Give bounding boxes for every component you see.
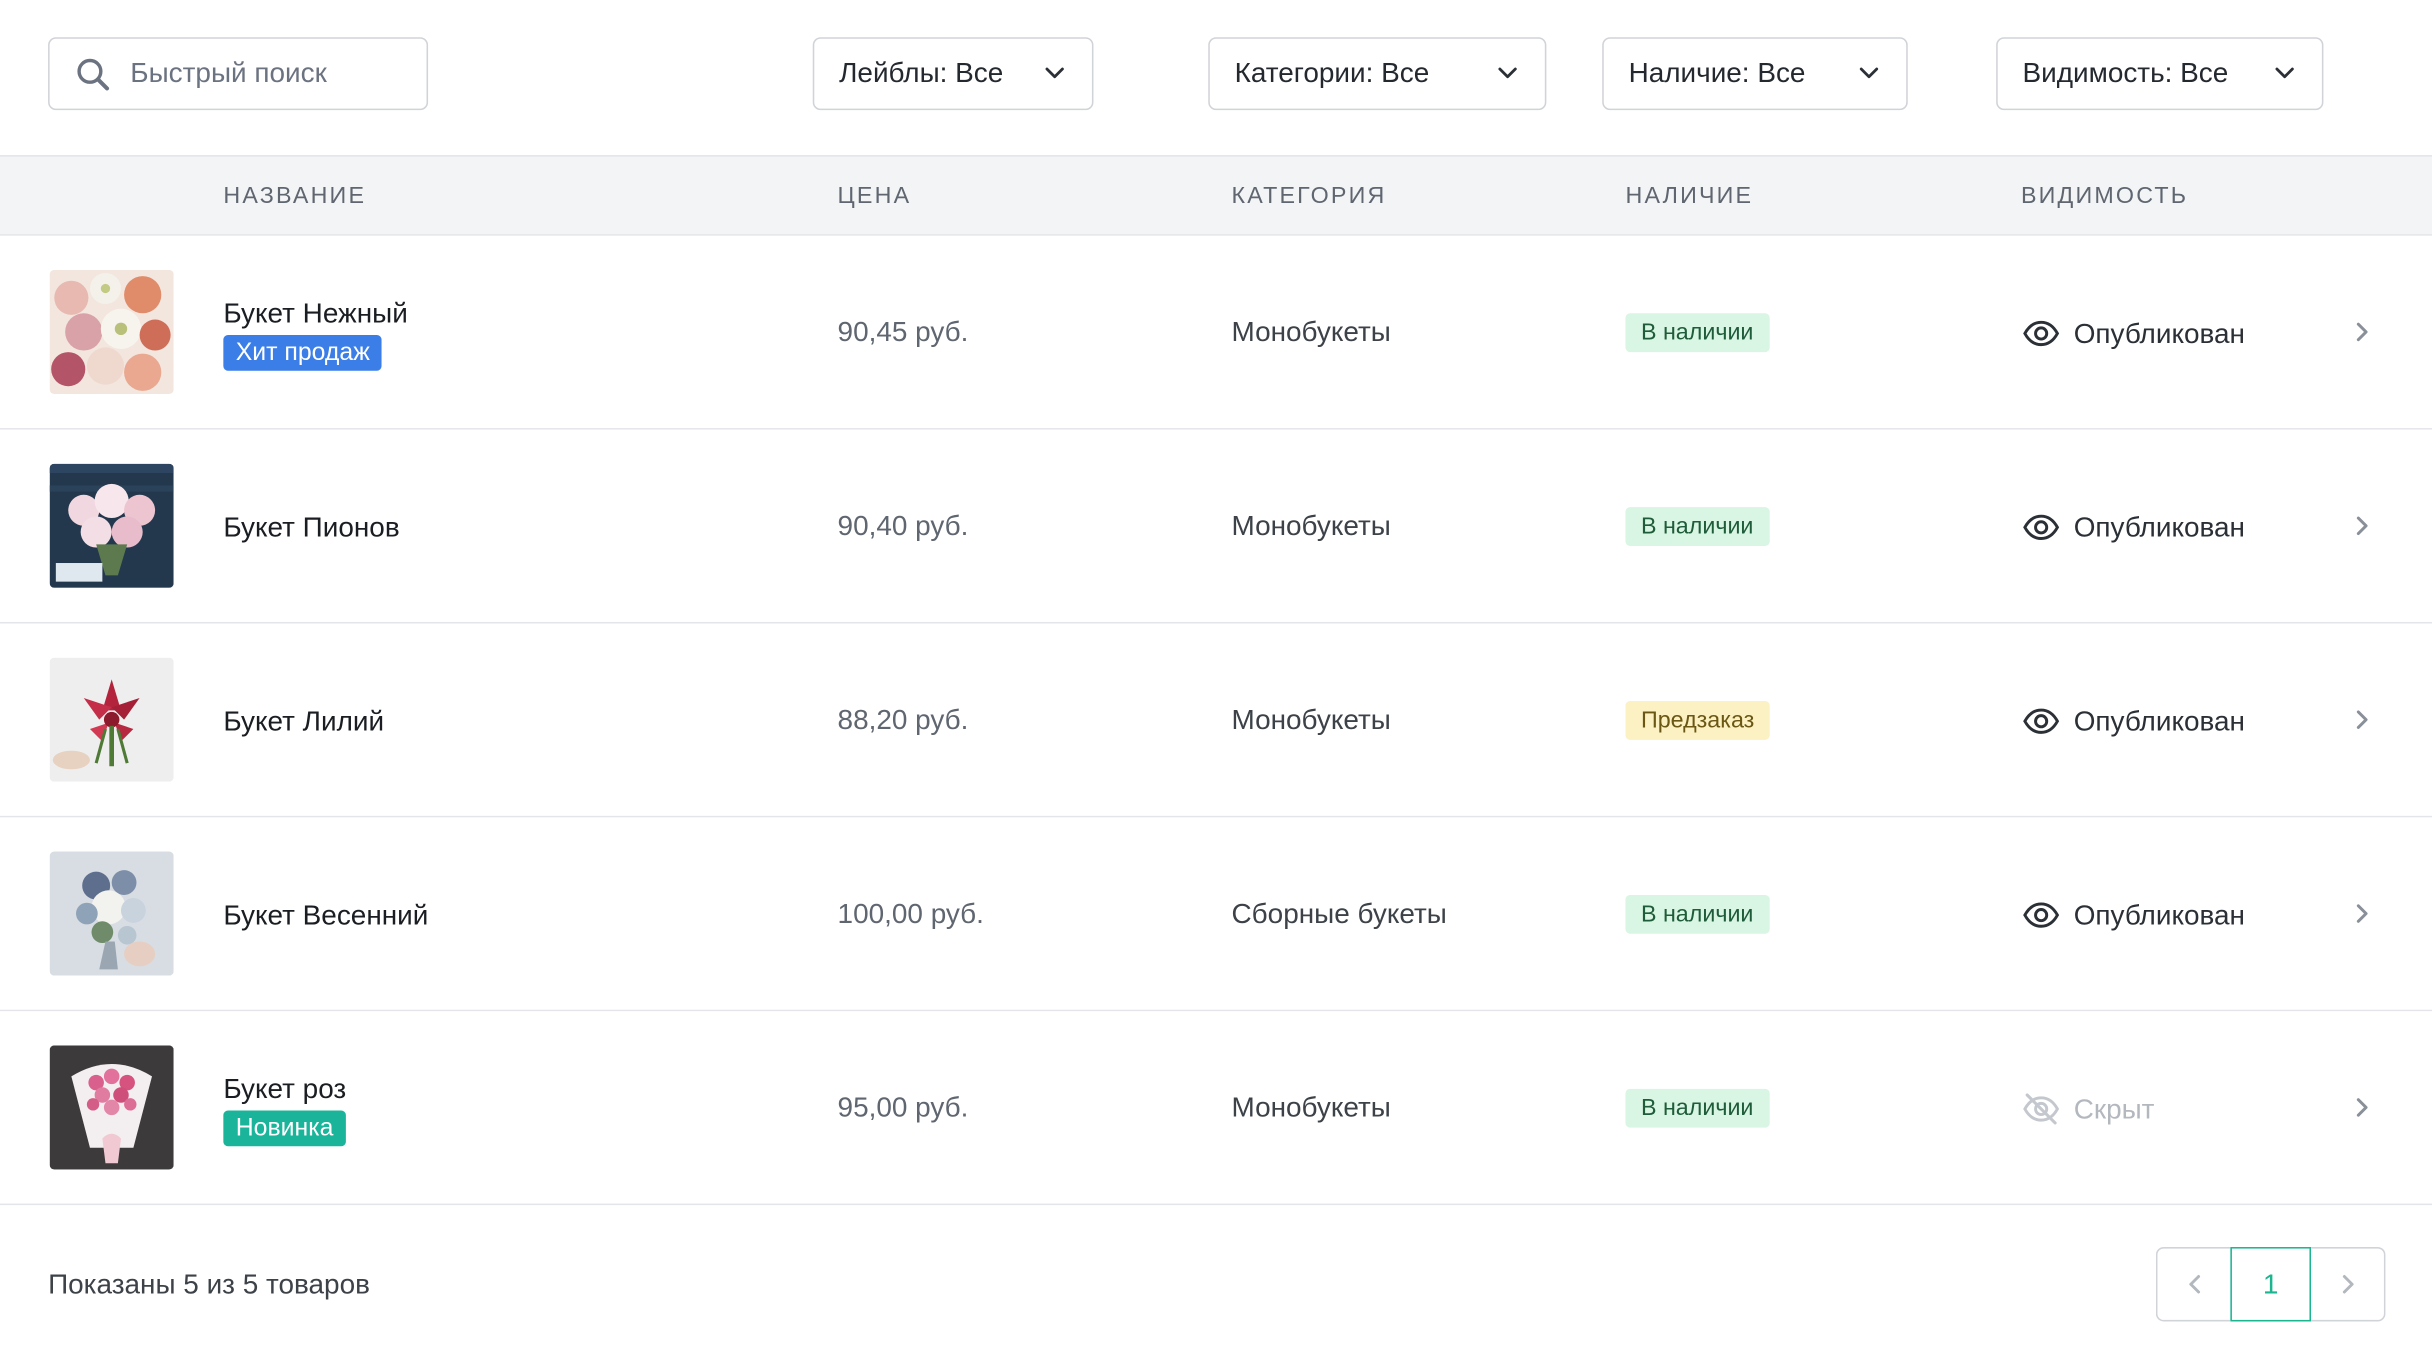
product-category: Монобукеты: [1231, 1091, 1391, 1123]
search-icon: [76, 57, 110, 91]
visibility-status: Опубликован: [2023, 509, 2245, 546]
stock-status-badge: Предзаказ: [1625, 701, 1770, 740]
chevron-right-icon[interactable]: [2351, 1097, 2373, 1119]
product-category: Монобукеты: [1231, 510, 1391, 542]
eye-icon: [2023, 708, 2060, 734]
product-name[interactable]: Букет Пионов: [223, 508, 399, 545]
product-price: 90,40 руб.: [837, 510, 969, 542]
labels-filter-label: Лейблы: Все: [839, 57, 1004, 89]
visibility-filter-label: Видимость: Все: [2022, 57, 2229, 89]
column-header-category[interactable]: КАТЕГОРИЯ: [1232, 183, 1387, 209]
product-image: [49, 851, 174, 976]
stock-status-badge: В наличии: [1625, 894, 1769, 934]
visibility-status: Опубликован: [2023, 703, 2245, 740]
chevron-down-icon: [1859, 67, 1879, 79]
visibility-label: Скрыт: [2073, 1093, 2155, 1125]
table-row[interactable]: Букет Лилий 88,20 руб. Монобукеты Предза…: [0, 623, 2432, 818]
column-header-price[interactable]: ЦЕНА: [838, 183, 912, 209]
chevron-down-icon: [2275, 67, 2294, 79]
chevron-down-icon: [1045, 67, 1064, 79]
stock-filter[interactable]: Наличие: Все: [1602, 37, 1908, 111]
visibility-status: Скрыт: [2023, 1090, 2155, 1127]
visibility-label: Опубликован: [2073, 705, 2245, 737]
product-label-badge: Хит продаж: [223, 335, 383, 371]
visibility-label: Опубликован: [2073, 511, 2245, 543]
stock-status-badge: В наличии: [1625, 1088, 1769, 1128]
product-image: [49, 269, 174, 394]
page-button-current[interactable]: 1: [2230, 1247, 2312, 1322]
product-name[interactable]: Букет Нежный: [223, 295, 407, 332]
product-price: 100,00 руб.: [837, 898, 984, 930]
product-image: [49, 1045, 174, 1170]
eye-off-icon: [2023, 1093, 2060, 1125]
chevron-right-icon: [2342, 1275, 2353, 1294]
table-row[interactable]: Букет Нежный Хит продаж 90,45 руб. Моноб…: [0, 235, 2432, 430]
visibility-label: Опубликован: [2073, 899, 2245, 931]
search-input[interactable]: [130, 57, 394, 90]
pagination: 1: [2155, 1247, 2386, 1322]
product-category: Сборные букеты: [1231, 898, 1447, 930]
next-page-button[interactable]: [2311, 1247, 2386, 1322]
product-name[interactable]: Букет роз: [223, 1070, 346, 1107]
product-name[interactable]: Букет Лилий: [223, 702, 384, 739]
product-category: Монобукеты: [1231, 704, 1391, 736]
product-name[interactable]: Букет Весенний: [223, 896, 428, 933]
categories-filter[interactable]: Категории: Все: [1208, 37, 1547, 111]
quick-search[interactable]: [48, 37, 429, 111]
chevron-right-icon[interactable]: [2351, 709, 2373, 731]
eye-icon: [2023, 514, 2060, 540]
product-category: Монобукеты: [1231, 316, 1391, 348]
products-page: Лейблы: Все Категории: Все Наличие: Все …: [0, 0, 2432, 1365]
visibility-status: Опубликован: [2023, 896, 2245, 933]
column-header-name[interactable]: НАЗВАНИЕ: [223, 183, 366, 209]
eye-icon: [2023, 902, 2060, 928]
stock-filter-label: Наличие: Все: [1628, 57, 1806, 89]
column-header-stock[interactable]: НАЛИЧИЕ: [1625, 183, 1753, 209]
labels-filter[interactable]: Лейблы: Все: [812, 37, 1094, 111]
filter-toolbar: Лейблы: Все Категории: Все Наличие: Все …: [0, 0, 2432, 156]
product-image: [49, 657, 174, 782]
chevron-left-icon: [2188, 1275, 2200, 1294]
results-summary: Показаны 5 из 5 товаров: [48, 1268, 370, 1300]
table-header: НАЗВАНИЕ ЦЕНА КАТЕГОРИЯ НАЛИЧИЕ ВИДИМОСТ…: [0, 155, 2432, 236]
visibility-filter[interactable]: Видимость: Все: [1996, 37, 2324, 111]
product-price: 90,45 руб.: [837, 316, 969, 348]
chevron-right-icon[interactable]: [2351, 321, 2373, 343]
stock-status-badge: В наличии: [1625, 507, 1769, 546]
column-header-visibility[interactable]: ВИДИМОСТЬ: [2021, 183, 2188, 209]
chevron-down-icon: [1498, 67, 1517, 79]
product-price: 95,00 руб.: [837, 1091, 969, 1123]
product-image: [49, 463, 174, 588]
visibility-label: Опубликован: [2073, 317, 2245, 349]
stock-status-badge: В наличии: [1625, 313, 1769, 353]
previous-page-button[interactable]: [2155, 1247, 2231, 1322]
table-row[interactable]: Букет Весенний 100,00 руб. Сборные букет…: [0, 817, 2432, 1012]
product-label-badge: Новинка: [223, 1110, 346, 1147]
chevron-right-icon[interactable]: [2351, 903, 2373, 925]
table-row[interactable]: Букет Пионов 90,40 руб. Монобукеты В нал…: [0, 429, 2432, 624]
eye-icon: [2023, 320, 2060, 347]
product-price: 88,20 руб.: [837, 704, 969, 736]
chevron-right-icon[interactable]: [2351, 515, 2373, 537]
table-row[interactable]: Букет роз Новинка 95,00 руб. Монобукеты …: [0, 1011, 2432, 1206]
categories-filter-label: Категории: Все: [1234, 57, 1430, 89]
visibility-status: Опубликован: [2023, 315, 2245, 352]
